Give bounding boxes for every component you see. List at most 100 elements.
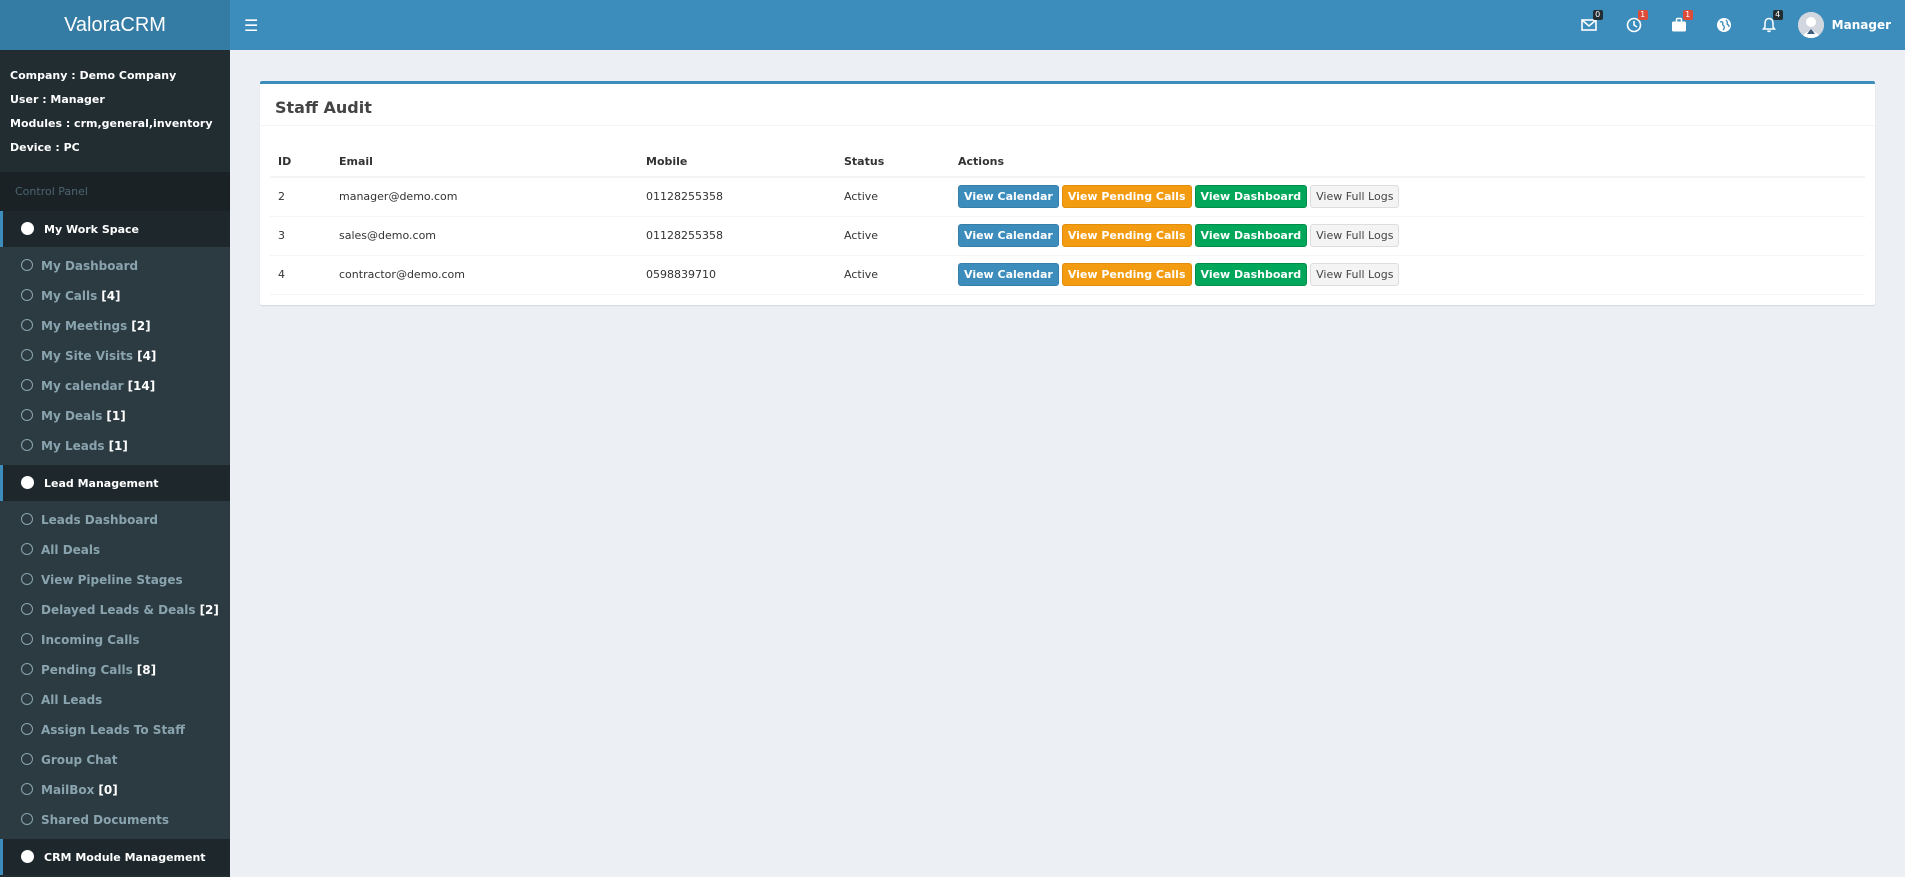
view-full-logs-button[interactable]: View Full Logs	[1310, 263, 1400, 286]
sidebar-item-label: Shared Documents	[41, 813, 170, 827]
notifications-button[interactable]: 4	[1747, 0, 1792, 50]
circle-outline-icon	[21, 723, 33, 735]
cell-actions: View Calendar View Pending Calls View Dash…	[950, 177, 1865, 217]
user-info-panel: Company : Demo Company User : Manager Mo…	[0, 50, 230, 173]
avatar	[1797, 12, 1824, 38]
cell-actions: View Calendar View Pending Calls View Dash…	[950, 255, 1865, 295]
sidebar-item-count: [8]	[136, 663, 157, 677]
sidebar-item-all-leads[interactable]: All Leads	[0, 685, 230, 715]
table-body: 2 manager@demo.com 01128255358 Active View C…	[270, 177, 1865, 295]
sidebar-item-label: My Leads	[41, 439, 105, 453]
circle-outline-icon	[21, 289, 33, 301]
sidebar-item-label: All Deals	[41, 543, 101, 557]
sidebar-item-count: [2]	[199, 603, 219, 617]
circle-outline-icon	[21, 379, 33, 391]
sidebar-item-group-chat[interactable]: Group Chat	[0, 745, 230, 775]
sidebar-item-pending-calls[interactable]: Pending Calls [8]	[0, 655, 230, 685]
view-pending-calls-button[interactable]: View Pending Calls	[1061, 224, 1192, 247]
sidebar-item-view-pipeline-stages[interactable]: View Pipeline Stages	[0, 565, 230, 595]
notifications-badge: 4	[1772, 10, 1783, 20]
navbar-right: 0 1 1 4 Manager	[1567, 0, 1905, 50]
sidebar-section-label: Lead Management	[44, 476, 159, 490]
table-row: 2 manager@demo.com 01128255358 Active View C…	[270, 177, 1865, 217]
reminders-button[interactable]: 1	[1612, 0, 1657, 50]
view-dashboard-button[interactable]: View Dashboard	[1194, 185, 1308, 209]
sidebar-item-count: [4]	[101, 289, 121, 303]
column-header-status: Status	[836, 147, 950, 178]
sidebar-item-leads-dashboard[interactable]: Leads Dashboard	[0, 505, 230, 535]
column-header-id: ID	[270, 147, 331, 178]
view-pending-calls-button[interactable]: View Pending Calls	[1061, 185, 1192, 209]
user-menu[interactable]: Manager	[1797, 12, 1891, 38]
circle-outline-icon	[21, 409, 33, 421]
cell-mobile: 01128255358	[638, 216, 836, 256]
sidebar-item-my-site-visits[interactable]: My Site Visits [4]	[0, 341, 230, 371]
sidebar-item-label: My Meetings	[41, 319, 128, 333]
cell-id: 4	[270, 255, 331, 295]
sidebar-item-count: [1]	[108, 439, 128, 453]
sidebar-item-count: [14]	[127, 379, 156, 393]
table-header-row: ID Email Mobile Status Actions	[270, 147, 1865, 178]
circle-icon	[21, 222, 34, 235]
view-dashboard-button[interactable]: View Dashboard	[1194, 224, 1308, 247]
view-calendar-button[interactable]: View Calendar	[958, 185, 1059, 209]
app-logo[interactable]: ValoraCRM	[0, 0, 230, 50]
sidebar-item-mailbox[interactable]: MailBox [0]	[0, 775, 230, 805]
cell-email: contractor@demo.com	[331, 255, 638, 295]
sidebar-section-lead-management[interactable]: Lead Management	[0, 465, 230, 501]
sidebar-item-delayed-leads-deals[interactable]: Delayed Leads & Deals [2]	[0, 595, 230, 625]
top-navbar: ☰ 0 1 1 4 Manager	[230, 0, 1905, 50]
view-pending-calls-button[interactable]: View Pending Calls	[1061, 263, 1192, 286]
messages-button[interactable]: 0	[1567, 0, 1612, 50]
sidebar-item-label: Group Chat	[41, 753, 118, 767]
cell-status: Active	[836, 216, 950, 256]
circle-outline-icon	[21, 603, 33, 615]
cell-mobile: 01128255358	[638, 177, 836, 217]
view-full-logs-button[interactable]: View Full Logs	[1310, 224, 1400, 247]
globe-button[interactable]	[1702, 0, 1747, 50]
sidebar-item-count: [0]	[98, 783, 118, 797]
sidebar-item-label: All Leads	[41, 693, 103, 707]
circle-outline-icon	[21, 349, 33, 361]
sidebar-item-label: My Site Visits	[41, 349, 134, 363]
tasks-button[interactable]: 1	[1657, 0, 1702, 50]
circle-outline-icon	[21, 813, 33, 825]
control-panel-header: Control Panel	[0, 173, 230, 211]
sidebar-item-my-calendar[interactable]: My calendar [14]	[0, 371, 230, 401]
sidebar-item-my-deals[interactable]: My Deals [1]	[0, 401, 230, 431]
sidebar-item-label: MailBox	[41, 783, 95, 797]
circle-outline-icon	[21, 783, 33, 795]
view-full-logs-button[interactable]: View Full Logs	[1310, 185, 1400, 209]
sidebar-submenu: Leads Dashboard All Deals View Pipeline St…	[0, 501, 230, 839]
view-calendar-button[interactable]: View Calendar	[958, 224, 1059, 247]
circle-outline-icon	[21, 543, 33, 555]
circle-outline-icon	[21, 439, 33, 451]
sidebar-item-count: [1]	[106, 409, 126, 423]
globe-icon	[1717, 18, 1732, 32]
sidebar-item-label: Incoming Calls	[41, 633, 140, 647]
sidebar-item-all-deals[interactable]: All Deals	[0, 535, 230, 565]
circle-outline-icon	[21, 513, 33, 525]
sidebar-item-shared-documents[interactable]: Shared Documents	[0, 805, 230, 835]
sidebar-item-label: My Dashboard	[41, 259, 139, 273]
sidebar-item-incoming-calls[interactable]: Incoming Calls	[0, 625, 230, 655]
sidebar-section-crm-module-management[interactable]: CRM Module Management	[0, 839, 230, 875]
circle-outline-icon	[21, 693, 33, 705]
view-dashboard-button[interactable]: View Dashboard	[1194, 263, 1308, 286]
sidebar-item-my-calls[interactable]: My Calls [4]	[0, 281, 230, 311]
sidebar-item-label: My Calls	[41, 289, 98, 303]
sidebar-section-my-work-space[interactable]: My Work Space	[0, 211, 230, 247]
menu-toggle-icon[interactable]: ☰	[244, 16, 258, 35]
view-calendar-button[interactable]: View Calendar	[958, 263, 1059, 286]
sidebar-item-assign-leads-to-staff[interactable]: Assign Leads To Staff	[0, 715, 230, 745]
cell-id: 3	[270, 216, 331, 256]
sidebar-item-label: My Deals	[41, 409, 103, 423]
circle-outline-icon	[21, 319, 33, 331]
sidebar-item-my-dashboard[interactable]: My Dashboard	[0, 251, 230, 281]
sidebar-item-my-leads[interactable]: My Leads [1]	[0, 431, 230, 461]
user-info: User : Manager	[10, 93, 105, 106]
sidebar-menu: My Work Space My Dashboard My Calls [4] My M…	[0, 211, 230, 875]
sidebar-item-my-meetings[interactable]: My Meetings [2]	[0, 311, 230, 341]
circle-outline-icon	[21, 663, 33, 675]
reminders-badge: 1	[1637, 10, 1648, 20]
